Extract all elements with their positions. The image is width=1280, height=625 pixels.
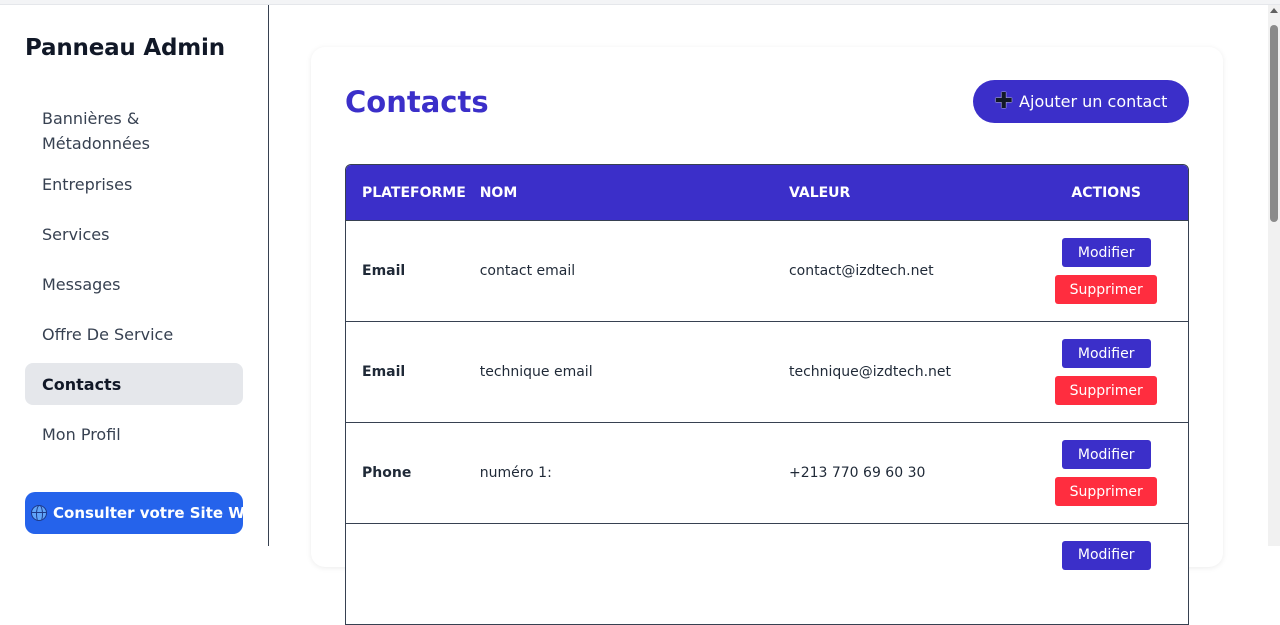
header-plateforme: PLATEFORME [362, 184, 466, 201]
cell-actions: Modifier Supprimer [1024, 238, 1188, 304]
page-scrollbar[interactable] [1268, 5, 1280, 546]
sidebar-item-bannieres[interactable]: Bannières & Métadonnées [25, 103, 243, 163]
table-row: Phone numéro 1: +213 770 69 60 30 Modifi… [346, 422, 1188, 523]
page-title: Contacts [345, 85, 489, 119]
scroll-up-arrow-icon[interactable] [1270, 8, 1278, 13]
view-website-label: Consulter votre Site Web [53, 504, 243, 522]
sidebar-item-entreprises[interactable]: Entreprises [25, 163, 243, 205]
sidebar-nav: Bannières & Métadonnées Entreprises Serv… [25, 103, 243, 455]
edit-button[interactable]: Modifier [1061, 540, 1151, 570]
edit-button[interactable]: Modifier [1061, 339, 1151, 368]
contacts-table: PLATEFORME NOM VALEUR ACTIONS Email cont… [345, 164, 1189, 625]
edit-button[interactable]: Modifier [1061, 440, 1151, 469]
table-row: Email technique email technique@izdtech.… [346, 321, 1188, 422]
delete-button[interactable]: Supprimer [1055, 376, 1158, 405]
cell-platform: Email [362, 263, 406, 279]
sidebar-item-services[interactable]: Services [25, 213, 243, 255]
cell-value: contact@izdtech.net [788, 263, 934, 279]
add-contact-label: Ajouter un contact [1019, 92, 1168, 111]
delete-button[interactable]: Supprimer [1055, 275, 1158, 304]
edit-button[interactable]: Modifier [1061, 238, 1151, 267]
cell-name: technique email [479, 364, 593, 380]
cell-actions: Modifier [1024, 524, 1188, 625]
globe-icon [31, 505, 47, 521]
table-row-partial: Modifier [346, 523, 1188, 624]
view-website-button[interactable]: Consulter votre Site Web [25, 492, 243, 534]
cell-platform: Phone [362, 465, 412, 481]
delete-button[interactable]: Supprimer [1055, 477, 1158, 506]
header-actions: ACTIONS [1071, 184, 1141, 201]
sidebar-item-messages[interactable]: Messages [25, 263, 243, 305]
sidebar-title: Panneau Admin [25, 35, 225, 61]
sidebar: Panneau Admin Bannières & Métadonnées En… [0, 5, 269, 546]
cell-actions: Modifier Supprimer [1024, 440, 1188, 506]
add-contact-button[interactable]: ✚ Ajouter un contact [973, 80, 1189, 123]
sidebar-item-contacts[interactable]: Contacts [25, 363, 243, 405]
table-header: PLATEFORME NOM VALEUR ACTIONS [346, 165, 1188, 220]
cell-platform: Email [362, 364, 406, 380]
cell-name: numéro 1: [479, 465, 552, 481]
header-nom: NOM [479, 184, 518, 201]
table-row: Email contact email contact@izdtech.net … [346, 220, 1188, 321]
cell-name: contact email [479, 263, 576, 279]
cell-actions: Modifier Supprimer [1024, 339, 1188, 405]
contacts-card: Contacts ✚ Ajouter un contact PLATEFORME… [311, 47, 1223, 625]
main-content: Contacts ✚ Ajouter un contact PLATEFORME… [269, 5, 1280, 625]
cell-value: +213 770 69 60 30 [788, 465, 926, 481]
sidebar-item-mon-profil[interactable]: Mon Profil [25, 413, 243, 455]
header-valeur: VALEUR [788, 184, 851, 201]
plus-icon: ✚ [994, 88, 1014, 114]
sidebar-item-offre-de-service[interactable]: Offre De Service [25, 313, 243, 355]
cell-value: technique@izdtech.net [788, 364, 952, 380]
scrollbar-thumb[interactable] [1270, 25, 1278, 222]
admin-app: Panneau Admin Bannières & Métadonnées En… [0, 5, 1280, 625]
